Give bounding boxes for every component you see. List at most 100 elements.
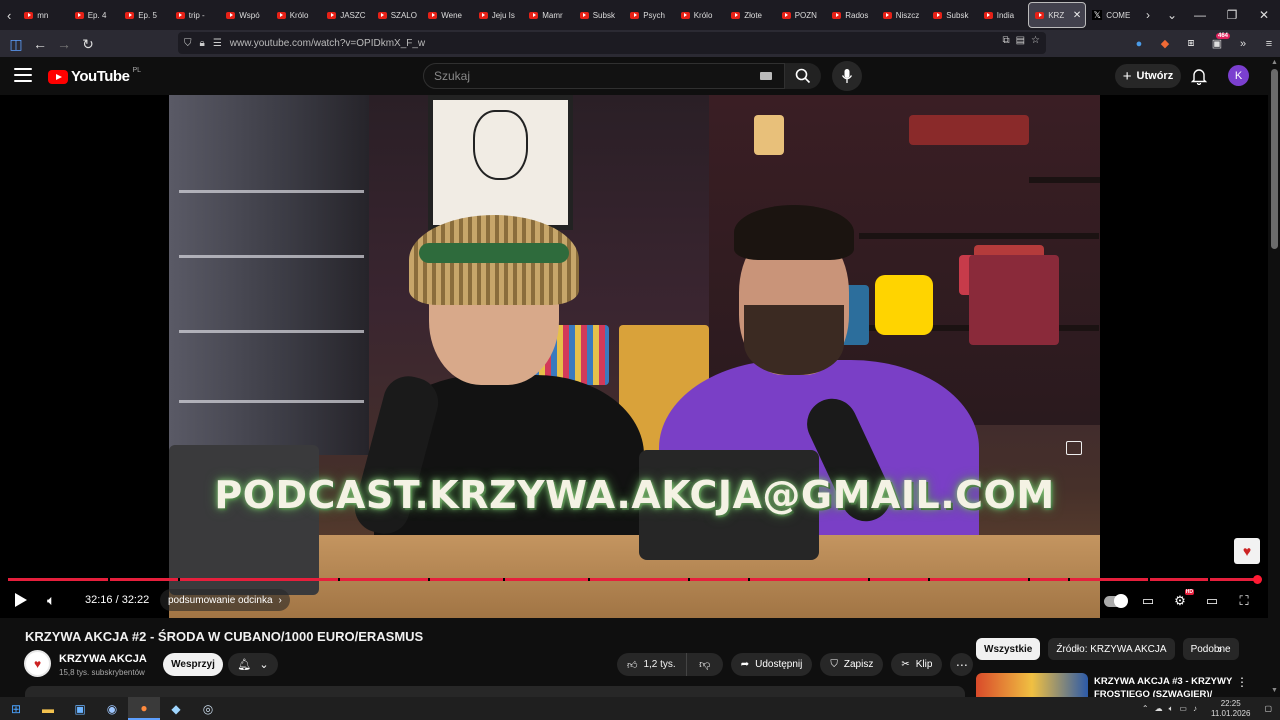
tab[interactable]: India (978, 2, 1029, 28)
tab[interactable]: trip - (170, 2, 221, 28)
tab[interactable]: Mamr (523, 2, 574, 28)
list-all-tabs-icon[interactable]: ⌄ (1160, 0, 1184, 30)
file-explorer-icon[interactable]: ▬ (32, 697, 64, 720)
account-avatar[interactable]: K (1228, 65, 1249, 86)
save-button[interactable]: ⛉ Zapisz (820, 653, 884, 676)
tab[interactable]: mn (18, 2, 69, 28)
app-icon[interactable]: ◆ (160, 697, 192, 720)
tab[interactable]: Subsk (927, 2, 978, 28)
tab[interactable]: Wene (422, 2, 473, 28)
recommended-video[interactable]: KRZYWA AKCJA #3 - KRZYWY FROSTIEGO (SZWA… (976, 673, 1256, 698)
picture-in-picture-icon[interactable]: ⧉ (1002, 35, 1009, 46)
channel-name[interactable]: KRZYWA AKCJA (59, 653, 147, 665)
scrubber-knob[interactable] (1253, 575, 1262, 584)
windows-start-icon[interactable]: ⊞ (0, 697, 32, 720)
scroll-up-icon[interactable]: ▲ (1271, 59, 1278, 66)
tab[interactable]: Królo (271, 2, 322, 28)
chips-next-icon[interactable]: › (1218, 642, 1222, 656)
close-window-icon[interactable]: ✕ (1248, 0, 1280, 30)
autoplay-toggle[interactable] (1104, 593, 1128, 608)
settings-gear-icon[interactable]: ⚙ HD (1170, 589, 1194, 611)
speaker-icon[interactable]: 🔈︎ (1169, 704, 1174, 714)
channel-avatar[interactable]: ♥ (24, 650, 51, 677)
clip-button[interactable]: ✂ Klip (891, 653, 943, 676)
app-menu-icon[interactable]: ≡ (1258, 33, 1280, 55)
volume-icon[interactable]: ♪ (1193, 704, 1197, 713)
play-icon[interactable] (15, 593, 27, 607)
notifications-icon[interactable]: ▢ (1264, 704, 1272, 713)
tab-x[interactable]: 𝕏 COME (1086, 2, 1136, 28)
tab[interactable]: POZN (776, 2, 827, 28)
channel-watermark-icon[interactable]: ♥ (1234, 538, 1260, 564)
vpn-extension-icon[interactable]: ● (1128, 33, 1150, 55)
support-button[interactable]: Wesprzyj (163, 653, 223, 676)
voice-search-button[interactable] (832, 61, 862, 91)
fullscreen-icon[interactable]: ⛶ (1234, 591, 1254, 611)
like-button[interactable]: 👍︎ 1,2 tys. (617, 653, 687, 676)
tab[interactable]: Subsk (574, 2, 625, 28)
miniplayer-icon[interactable] (1066, 441, 1082, 455)
steam-icon[interactable]: ◉ (96, 697, 128, 720)
chapter-button[interactable]: podsumowanie odcinka › (160, 589, 290, 611)
app-icon[interactable]: ◎ (192, 697, 224, 720)
clock[interactable]: 22:25 11.01.2026 (1211, 699, 1250, 719)
tab[interactable]: Wspó (220, 2, 271, 28)
subtitles-icon[interactable]: ▭ (1138, 591, 1158, 611)
tab[interactable]: JASZC (321, 2, 372, 28)
overflow-chevrons-icon[interactable]: » (1232, 33, 1254, 55)
rec-more-icon[interactable]: ⋮ (1236, 675, 1248, 689)
tab-active[interactable]: KRZ ✕ (1028, 2, 1087, 28)
ublock-extension-icon[interactable]: ▣ 464 (1206, 32, 1230, 55)
create-button[interactable]: + Utwórz (1115, 64, 1181, 88)
fox-extension-icon[interactable]: ◆ (1154, 33, 1176, 55)
tab-scroll-left-icon[interactable]: ‹ (0, 0, 18, 30)
monitor-app-icon[interactable]: ▣ (64, 697, 96, 720)
tab[interactable]: Ep. 5 (119, 2, 170, 28)
tab[interactable]: Królo (675, 2, 726, 28)
keyboard-icon[interactable] (760, 72, 772, 80)
tab[interactable]: Niszcz (877, 2, 928, 28)
page-scrollbar[interactable]: ▲ ▼ (1268, 57, 1280, 697)
close-tab-icon[interactable]: ✕ (1073, 10, 1081, 21)
youtube-logo[interactable]: YouTube PL (48, 67, 141, 85)
share-button[interactable]: ➦ Udostępnij (730, 653, 813, 676)
rec-thumbnail[interactable] (976, 673, 1088, 698)
tab[interactable]: SZALO (372, 2, 423, 28)
scroll-down-icon[interactable]: ▼ (1271, 687, 1278, 694)
sidebar-toggle-icon[interactable]: ◫ (4, 32, 28, 56)
reload-icon[interactable]: ↻ (76, 32, 100, 56)
cloud-icon[interactable]: ☁ (1155, 704, 1163, 713)
scrollbar-thumb[interactable] (1271, 69, 1278, 249)
tab[interactable]: Złote (725, 2, 776, 28)
firefox-icon[interactable]: ● (128, 697, 160, 720)
filter-chip[interactable]: Wszystkie (976, 638, 1041, 660)
rec-title[interactable]: KRZYWA AKCJA #3 - KRZYWY FROSTIEGO (SZWA… (1094, 675, 1234, 698)
tab[interactable]: Jeju Is (473, 2, 524, 28)
notifications-bell-icon[interactable] (1190, 67, 1208, 85)
filter-chip[interactable]: Źródło: KRZYWA AKCJA (1048, 638, 1175, 660)
theater-mode-icon[interactable]: ▭ (1202, 591, 1222, 611)
forward-icon[interactable]: → (52, 32, 76, 56)
tab[interactable]: Rados (826, 2, 877, 28)
search-input[interactable]: Szukaj (423, 63, 785, 89)
subscription-bell-button[interactable]: 🔔︎ ⌄ (228, 653, 278, 676)
search-button[interactable] (785, 63, 821, 89)
back-icon[interactable]: ← (28, 32, 52, 56)
volume-icon[interactable]: 🔈︎ (47, 592, 55, 609)
network-icon[interactable]: ▭ (1179, 704, 1187, 713)
tab[interactable]: Psych (624, 2, 675, 28)
video-player[interactable]: PODCAST.KRZYWA.AKCJA@GMAIL.COM ♥ 🔈︎ 32:1… (0, 95, 1268, 618)
progress-bar[interactable] (8, 575, 1262, 584)
restore-icon[interactable]: ❐ (1216, 0, 1248, 30)
filter-chip[interactable]: Podobne (1182, 638, 1239, 660)
minimize-icon[interactable]: — (1184, 0, 1216, 30)
tray-chevron-icon[interactable]: ⌃ (1142, 704, 1149, 713)
video-frame[interactable]: PODCAST.KRZYWA.AKCJA@GMAIL.COM (169, 95, 1100, 618)
tab-scroll-right-icon[interactable]: › (1136, 0, 1160, 30)
reader-view-icon[interactable]: ▤ (1016, 35, 1025, 46)
bookmark-star-icon[interactable]: ☆ (1031, 35, 1040, 46)
more-actions-icon[interactable]: ⋯ (950, 653, 974, 676)
dislike-button[interactable]: 👎︎ (687, 653, 723, 676)
url-bar[interactable]: ⛉ 🔒︎ ☰ www.youtube.com/watch?v=OPIDkmX_F… (178, 32, 1046, 54)
guide-menu-icon[interactable] (14, 68, 32, 82)
